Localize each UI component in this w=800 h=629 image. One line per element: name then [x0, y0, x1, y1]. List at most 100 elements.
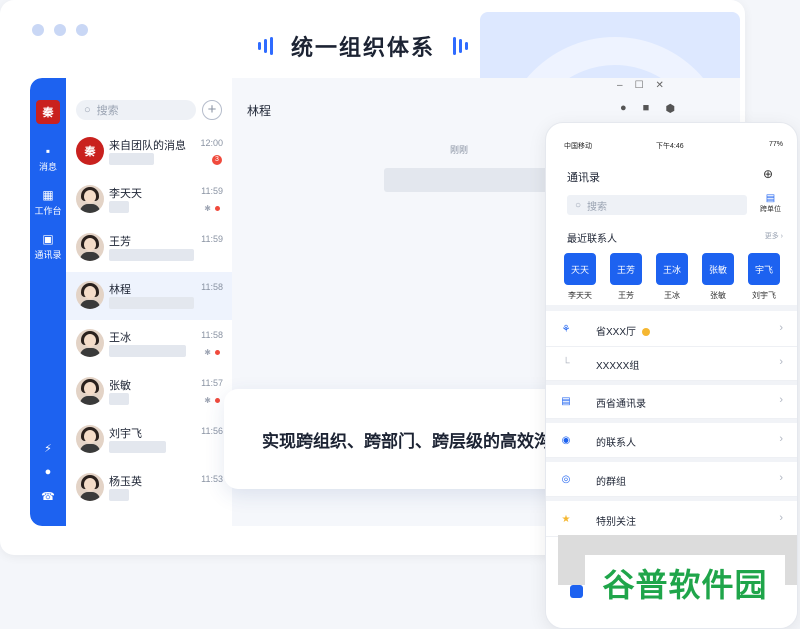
row-label: 的群组	[596, 477, 626, 488]
rail-label: 工作台	[34, 206, 62, 216]
chat-list-item[interactable]: 杨玉英 11:53	[66, 464, 232, 512]
rail-item-workbench[interactable]: ▦ 工作台	[30, 188, 66, 217]
recent-contact[interactable]: 王芳 王芳	[610, 253, 642, 301]
phone-icon[interactable]: ☎	[30, 490, 66, 503]
bars-left-icon	[258, 37, 273, 55]
contact-avatar: 张敏	[702, 253, 734, 285]
chat-list-item[interactable]: 张敏 11:57 ✱	[66, 368, 232, 416]
team-avatar: 秦	[76, 137, 104, 165]
contact-group-row[interactable]: ⚘ 省XXX厅 ›	[546, 313, 797, 347]
chat-time: 11:58	[201, 330, 223, 340]
chat-toolbar: ● ■ ⬢	[620, 102, 675, 115]
nav-rail: 秦 ▪ 消息 ▦ 工作台 ▣ 通讯录 ⚡ ● ☎	[30, 78, 66, 526]
grid-icon: ▦	[42, 188, 54, 202]
bell-icon[interactable]: ●	[30, 466, 66, 478]
rail-label: 通讯录	[34, 250, 62, 260]
building-icon: ▤	[765, 193, 776, 204]
chat-name: 王冰	[109, 332, 131, 344]
chat-name: 杨玉英	[109, 476, 142, 488]
add-contact-icon[interactable]: ⊕	[763, 167, 773, 181]
settings-icon[interactable]: ⬢	[665, 102, 675, 115]
app-logo: 秦	[36, 100, 60, 124]
contact-avatar: 王芳	[610, 253, 642, 285]
chat-list-item[interactable]: 秦来自团队的消息 12:00 3	[66, 128, 232, 176]
clock: 下午4:46	[656, 143, 684, 150]
contact-group-row[interactable]: ◎ 的群组 ›	[546, 463, 797, 497]
minimize-button[interactable]: –	[617, 80, 623, 91]
recent-contact[interactable]: 天天 李天天	[564, 253, 596, 301]
row-label: 特别关注	[596, 517, 636, 528]
avatar	[76, 377, 104, 405]
folder-icon[interactable]: ■	[643, 102, 650, 115]
row-label: 的联系人	[596, 438, 636, 449]
chat-time: 11:59	[201, 186, 223, 196]
avatar	[76, 185, 104, 213]
contact-name: 王冰	[664, 291, 680, 300]
avatar	[76, 281, 104, 309]
dot	[32, 24, 44, 36]
recent-contact[interactable]: 张敏 张敏	[702, 253, 734, 301]
contact-group-row[interactable]: ▤ 西省通讯录 ›	[546, 385, 797, 419]
avatar	[76, 233, 104, 261]
close-button[interactable]: ✕	[656, 80, 664, 91]
contact-group-row[interactable]: ◉ 的联系人 ›	[546, 424, 797, 458]
divider	[546, 458, 797, 462]
window-dots	[32, 24, 88, 36]
chat-time: 12:00	[200, 138, 223, 148]
recent-contact[interactable]: 宇飞 刘宇飞	[748, 253, 780, 301]
chat-preview	[109, 297, 194, 309]
chat-list-item[interactable]: 王芳 11:59	[66, 224, 232, 272]
contact-avatar: 宇飞	[748, 253, 780, 285]
chevron-right-icon: ›	[779, 322, 783, 334]
hero-title: 统一组织体系	[258, 30, 469, 62]
avatar	[76, 473, 104, 501]
chat-name: 李天天	[109, 188, 142, 200]
cross-unit-button[interactable]: ▤ 跨单位	[760, 193, 781, 214]
row-label: 西省通讯录	[596, 399, 646, 410]
search-input[interactable]: ○ 搜索	[76, 100, 196, 120]
cross-unit-label: 跨单位	[760, 206, 781, 213]
rail-label: 消息	[38, 162, 57, 172]
mobile-app: 中国移动 下午4:46 77% 通讯录 ⊕ ○ 搜索 ▤ 跨单位 最近联系人 更…	[545, 122, 798, 629]
recent-contact[interactable]: 王冰 王冰	[656, 253, 688, 301]
rail-item-messages[interactable]: ▪ 消息	[30, 144, 66, 173]
mobile-search-input[interactable]: ○ 搜索	[567, 195, 747, 215]
verified-icon	[642, 328, 651, 337]
org-icon: ⚘	[561, 324, 571, 335]
mute-icon: ✱	[204, 204, 220, 213]
contact-group-row[interactable]: ★ 特别关注 ›	[546, 503, 797, 537]
bell-icon[interactable]: ●	[620, 102, 627, 115]
chat-name: 刘宇飞	[109, 428, 142, 440]
battery: 77%	[768, 141, 783, 148]
chat-time: 11:57	[201, 378, 223, 388]
chat-title: 林程	[247, 104, 272, 118]
contacts-icon: ▣	[42, 232, 54, 246]
maximize-button[interactable]: ☐	[635, 80, 644, 91]
more-link[interactable]: 更多 ›	[765, 231, 783, 241]
search-icon: ○	[575, 199, 582, 211]
divider	[546, 305, 797, 311]
chat-preview	[109, 201, 129, 213]
row-label: XXXXX组	[596, 361, 640, 372]
contact-group-row[interactable]: └ XXXXX组 ›	[546, 347, 797, 381]
row-label: 省XXX厅	[596, 323, 651, 338]
chat-list-item[interactable]: 李天天 11:59 ✱	[66, 176, 232, 224]
unread-badge: 3	[212, 155, 222, 165]
add-button[interactable]: +	[202, 100, 222, 120]
chat-list-item[interactable]: 林程 11:58	[66, 272, 232, 320]
contact-name: 刘宇飞	[752, 291, 776, 300]
person-icon: ◉	[561, 435, 571, 446]
star-icon: ★	[561, 514, 571, 525]
chat-name: 林程	[109, 284, 131, 296]
search-placeholder: 搜索	[96, 105, 119, 117]
contact-avatar: 天天	[564, 253, 596, 285]
recent-contacts: 天天 李天天 王芳 王芳 王冰 王冰 张敏 张敏 宇飞刘宇飞	[564, 253, 780, 301]
chat-preview	[109, 249, 194, 261]
chat-name: 张敏	[109, 380, 131, 392]
rail-item-contacts[interactable]: ▣ 通讯录	[30, 232, 66, 261]
lightning-icon[interactable]: ⚡	[30, 442, 66, 455]
chevron-right-icon: ›	[779, 356, 783, 368]
chat-list-item[interactable]: 王冰 11:58 ✱	[66, 320, 232, 368]
divider	[546, 497, 797, 501]
chat-list-item[interactable]: 刘宇飞 11:56	[66, 416, 232, 464]
